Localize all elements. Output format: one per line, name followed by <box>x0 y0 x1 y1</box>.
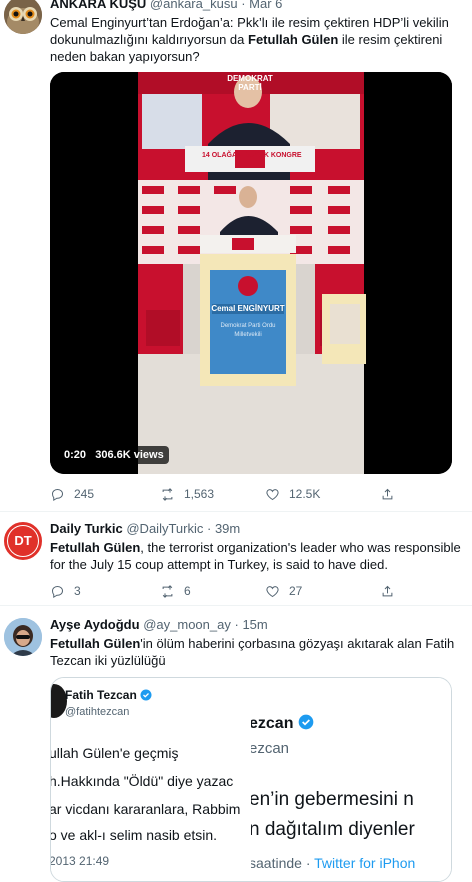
tweet-3[interactable]: Ayşe Aydoğdu @ay_moon_ay · 15m Fetullah … <box>0 606 472 882</box>
quoted-time: 2013 21:49 <box>51 854 110 868</box>
tweet-1[interactable]: ANKARA KUŞU @ankara_kusu · Mar 6 Cemal E… <box>0 0 472 512</box>
quoted-line-4: o ve akl-ı selim nasib etsin. <box>51 827 218 843</box>
verified-icon <box>298 714 314 730</box>
like-button[interactable]: 27 <box>265 581 380 601</box>
tweet-header: ANKARA KUŞU @ankara_kusu · Mar 6 <box>50 0 462 12</box>
author-name[interactable]: Daily Turkic <box>50 521 123 536</box>
reply-button[interactable]: 3 <box>50 581 160 601</box>
video-overlay-banner: 14 OLAĞAN BÜYÜK KONGRE <box>202 152 302 159</box>
tweet-text-bold[interactable]: Fetullah Gülen <box>50 636 140 651</box>
share-icon <box>382 585 393 596</box>
tweet-text-bold[interactable]: Fetullah Gülen <box>248 32 338 47</box>
author-handle[interactable]: @ankara_kusu <box>150 0 238 11</box>
tweet-text: Cemal Enginyurt’tan Erdoğan’a: Pkk’lı il… <box>50 14 462 65</box>
video-overlay-podium-name: Cemal ENGİNYURT <box>211 304 285 313</box>
author-name[interactable]: Ayşe Aydoğdu <box>50 617 140 632</box>
share-icon <box>382 488 393 499</box>
video-views: 306.6K views <box>95 449 164 461</box>
separator-dot: · <box>234 617 239 632</box>
avatar-daily-turkic[interactable]: DT <box>4 522 42 560</box>
quoted-line-2: h.Hakkında "Öldü" diye yazac <box>51 773 234 789</box>
reply-count: 245 <box>74 487 95 501</box>
retweet-icon <box>162 487 173 501</box>
screenshot-right[interactable]: ezcan ezcan en’in gebermesini n n dağıta… <box>251 678 451 881</box>
video-overlay-podium-sub1: Demokrat Parti Ordu <box>220 323 276 329</box>
tweet-actions: 245 1,563 12.5K <box>50 484 452 504</box>
quoted-footer-source[interactable]: Twitter for iPhon <box>314 855 415 871</box>
avatar-ayse[interactable] <box>4 618 42 656</box>
quoted-line-6: n dağıtalım diyenler <box>251 819 415 840</box>
like-button[interactable]: 12.5K <box>265 484 380 504</box>
video-overlay-party: DEMOKRAT PARTİ <box>227 74 273 92</box>
quoted-author: Fatih Tezcan <box>65 688 152 703</box>
video-overlay-podium-sub2: Milletvekili <box>234 332 262 338</box>
tweet-time[interactable]: Mar 6 <box>249 0 282 11</box>
video-badge: 0:20 306.6K views <box>59 446 169 464</box>
tweet-2[interactable]: DT Daily Turkic @DailyTurkic · 39m Fetul… <box>0 512 472 606</box>
reply-icon <box>51 488 64 501</box>
like-count: 27 <box>289 584 303 598</box>
quoted-line-1: ullah Gülen'e geçmiş <box>51 745 179 761</box>
tweet-time[interactable]: 15m <box>242 617 267 632</box>
like-count: 12.5K <box>289 487 321 501</box>
author-name[interactable]: ANKARA KUŞU <box>50 0 146 11</box>
owl-avatar-image <box>4 0 42 34</box>
quoted-name-2: ezcan <box>251 715 294 732</box>
retweet-icon <box>162 584 173 598</box>
screenshot-left[interactable]: Fatih Tezcan @fatihtezcan ullah Gülen'e … <box>51 678 249 881</box>
tweet-actions: 3 6 27 <box>50 581 452 601</box>
quoted-line-3: ar vicdanı kararanlara, Rabbim <box>51 801 241 817</box>
share-button[interactable] <box>380 484 410 504</box>
person-avatar-image <box>4 618 42 656</box>
tweet-time[interactable]: 39m <box>215 521 240 536</box>
tweet-header: Daily Turkic @DailyTurkic · 39m <box>50 521 462 537</box>
retweet-count: 6 <box>184 584 191 598</box>
separator-dot: · <box>206 521 212 536</box>
video-player[interactable]: DEMOKRAT PARTİ 14 OLAĞAN BÜYÜK KONGRE Ce… <box>50 72 452 474</box>
reply-button[interactable]: 245 <box>50 484 160 504</box>
video-duration: 0:20 <box>64 449 87 461</box>
author-handle[interactable]: @DailyTurkic <box>126 521 203 536</box>
quoted-name: Fatih Tezcan <box>65 688 137 702</box>
author-handle[interactable]: @ay_moon_ay <box>143 617 231 632</box>
like-icon <box>266 585 279 597</box>
reply-icon <box>51 585 64 598</box>
avatar-owl[interactable] <box>4 0 42 34</box>
tweet-header: Ayşe Aydoğdu @ay_moon_ay · 15m <box>50 617 462 633</box>
quoted-images[interactable]: Fatih Tezcan @fatihtezcan ullah Gülen'e … <box>50 677 452 882</box>
video-frame <box>50 72 452 474</box>
tweet-text-bold[interactable]: Fetullah Gülen <box>50 540 140 555</box>
tweet-text: Fetullah Gülen, the terrorist organizati… <box>50 539 462 573</box>
quoted-line-5: en’in gebermesini n <box>251 789 414 810</box>
retweet-button[interactable]: 1,563 <box>160 484 265 504</box>
share-button[interactable] <box>380 581 410 601</box>
retweet-button[interactable]: 6 <box>160 581 265 601</box>
verified-icon <box>140 689 152 701</box>
quoted-handle: @fatihtezcan <box>65 706 130 718</box>
quoted-author-2: ezcan <box>251 714 314 734</box>
like-icon <box>266 488 279 500</box>
reply-count: 3 <box>74 584 81 598</box>
quoted-footer-time: saatinde · <box>251 855 315 871</box>
tweet-text: Fetullah Gülen'in ölüm haberini çorbasın… <box>50 635 462 669</box>
separator-dot: · <box>241 0 246 11</box>
quoted-handle-2: ezcan <box>251 740 290 757</box>
retweet-count: 1,563 <box>184 487 215 501</box>
avatar-text: DT <box>14 533 32 548</box>
quoted-footer: saatinde · Twitter for iPhon <box>251 854 415 872</box>
